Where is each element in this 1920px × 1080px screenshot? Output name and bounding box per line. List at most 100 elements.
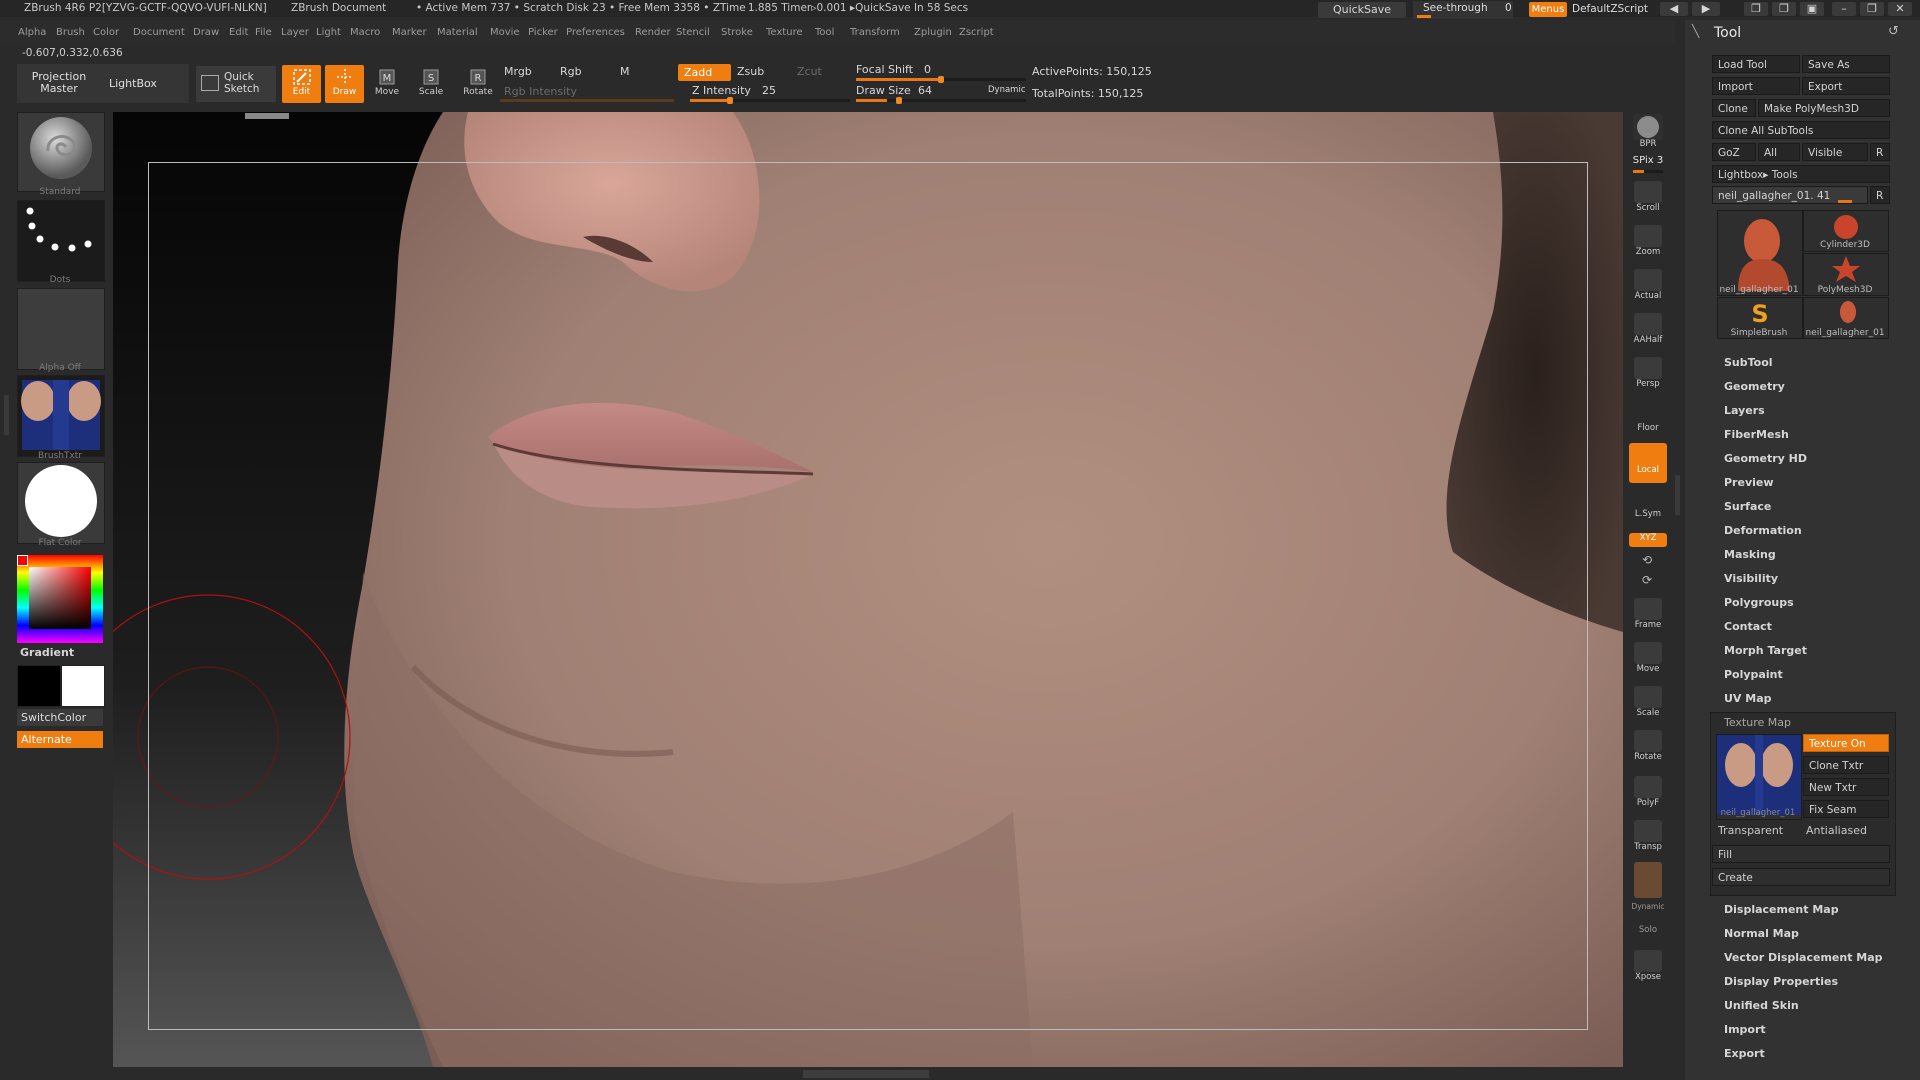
default-zscript-button[interactable]: DefaultZScript — [1572, 3, 1648, 15]
saturation-square[interactable] — [29, 567, 91, 629]
scale-view-button[interactable]: Scale — [1629, 686, 1667, 726]
menu-stencil[interactable]: Stencil — [676, 27, 710, 38]
section-deformation[interactable]: Deformation — [1724, 524, 1802, 537]
alternate-button[interactable]: Alternate — [17, 731, 103, 748]
menu-light[interactable]: Light — [316, 27, 341, 38]
menu-transform[interactable]: Transform — [850, 27, 900, 38]
zsub-button[interactable]: Zsub — [737, 65, 764, 78]
secondary-color-swatch[interactable] — [61, 665, 105, 707]
goz-button[interactable]: GoZ — [1712, 143, 1756, 161]
save-as-button[interactable]: Save As — [1802, 55, 1890, 73]
solo-button[interactable]: Dynamic Solo — [1629, 902, 1667, 942]
alpha-selector[interactable] — [17, 288, 105, 370]
section-uv-map[interactable]: UV Map — [1724, 692, 1772, 705]
texture-on-button[interactable]: Texture On — [1803, 734, 1889, 752]
reset-icon[interactable]: ↺ — [1888, 24, 1899, 39]
move-view-button[interactable]: Move — [1629, 642, 1667, 682]
canvas-top-handle[interactable] — [245, 113, 289, 119]
close-icon[interactable]: ✕ — [1888, 2, 1912, 16]
local-button[interactable]: Local — [1629, 443, 1667, 483]
aahalf-button[interactable]: AAHalf — [1629, 313, 1667, 353]
goz-r-button[interactable]: R — [1870, 143, 1890, 161]
fill-button[interactable]: Fill — [1712, 845, 1890, 863]
m-button[interactable]: M — [620, 65, 630, 78]
load-tool-button[interactable]: Load Tool — [1712, 55, 1800, 73]
menu-zscript[interactable]: Zscript — [959, 27, 994, 38]
brush-selector[interactable] — [17, 112, 105, 192]
clone-txtr-button[interactable]: Clone Txtr — [1803, 756, 1889, 774]
clone-button[interactable]: Clone — [1712, 99, 1756, 117]
layout-icon[interactable]: ❐ — [1744, 2, 1768, 16]
edit-mode-button[interactable]: Edit — [282, 65, 321, 103]
lsym-button[interactable]: L.Sym — [1629, 495, 1667, 525]
frame-button[interactable]: Frame — [1629, 598, 1667, 638]
new-txtr-button[interactable]: New Txtr — [1803, 778, 1889, 796]
xpose-button[interactable]: Xpose — [1629, 950, 1667, 990]
polyf-button[interactable]: PolyF — [1629, 776, 1667, 816]
menu-render[interactable]: Render — [635, 27, 671, 38]
zadd-button[interactable]: Zadd — [678, 64, 731, 81]
move-mode-button[interactable]: M Move — [368, 65, 406, 103]
xyz-button[interactable]: XYZ — [1629, 533, 1667, 547]
rgb-button[interactable]: Rgb — [560, 65, 582, 78]
menu-stroke[interactable]: Stroke — [721, 27, 753, 38]
zcut-button[interactable]: Zcut — [797, 65, 822, 78]
quick-sketch-button[interactable]: Quick Sketch — [196, 66, 276, 102]
clone-all-subtools-button[interactable]: Clone All SubTools — [1712, 121, 1890, 139]
section-export[interactable]: Export — [1724, 1047, 1765, 1060]
rotate-y-icon[interactable]: ⟲ — [1642, 553, 1652, 567]
section-masking[interactable]: Masking — [1724, 548, 1776, 561]
stroke-selector[interactable] — [17, 200, 105, 282]
ghost-button[interactable] — [1629, 862, 1667, 902]
z-intensity-track[interactable] — [690, 97, 850, 104]
antialiased-toggle[interactable]: Antialiased — [1806, 824, 1867, 837]
left-tray-handle[interactable] — [4, 395, 9, 435]
primary-color-swatch[interactable] — [17, 665, 61, 707]
fix-seam-button[interactable]: Fix Seam — [1803, 800, 1889, 818]
scroll-left-icon[interactable]: ◀ — [1660, 2, 1688, 16]
menus-button[interactable]: Menus — [1529, 2, 1567, 17]
menu-document[interactable]: Document — [133, 27, 185, 38]
scroll-right-icon[interactable]: ▶ — [1692, 2, 1720, 16]
menu-texture[interactable]: Texture — [766, 27, 803, 38]
section-geometry-hd[interactable]: Geometry HD — [1724, 452, 1807, 465]
section-surface[interactable]: Surface — [1724, 500, 1771, 513]
switch-color-button[interactable]: SwitchColor — [17, 709, 103, 726]
layout-alt-icon[interactable]: ❐ — [1772, 2, 1796, 16]
material-selector[interactable] — [17, 462, 105, 544]
transparent-toggle[interactable]: Transparent — [1718, 824, 1783, 837]
texture-map-title[interactable]: Texture Map — [1724, 716, 1791, 729]
menu-movie[interactable]: Movie — [490, 27, 520, 38]
section-displacement-map[interactable]: Displacement Map — [1724, 903, 1839, 916]
bpr-button[interactable]: BPR — [1629, 112, 1667, 154]
rgb-intensity-slider[interactable]: Rgb Intensity — [504, 85, 577, 98]
menu-zplugin[interactable]: Zplugin — [914, 27, 952, 38]
gradient-label[interactable]: Gradient — [20, 646, 74, 659]
menu-material[interactable]: Material — [437, 27, 478, 38]
menu-layer[interactable]: Layer — [281, 27, 309, 38]
menu-marker[interactable]: Marker — [392, 27, 427, 38]
goz-visible-button[interactable]: Visible — [1802, 143, 1868, 161]
menu-draw[interactable]: Draw — [193, 27, 219, 38]
minimize-icon[interactable]: – — [1832, 2, 1856, 16]
menu-alpha[interactable]: Alpha — [18, 27, 46, 38]
spix-slider[interactable]: SPix 3 — [1629, 155, 1667, 175]
menu-edit[interactable]: Edit — [229, 27, 248, 38]
current-tool-r-button[interactable]: R — [1870, 186, 1890, 204]
pin-icon[interactable]: ╲ — [1692, 24, 1699, 38]
focal-shift-slider[interactable]: Focal Shift 0 — [856, 63, 1026, 77]
restore-icon[interactable]: ❐ — [1860, 2, 1884, 16]
menu-brush[interactable]: Brush — [56, 27, 85, 38]
menu-color[interactable]: Color — [93, 27, 119, 38]
menu-macro[interactable]: Macro — [350, 27, 380, 38]
section-morph-target[interactable]: Morph Target — [1724, 644, 1807, 657]
make-polymesh3d-button[interactable]: Make PolyMesh3D — [1758, 99, 1890, 117]
color-picker[interactable] — [17, 555, 103, 643]
menu-preferences[interactable]: Preferences — [566, 27, 625, 38]
rotate-z-icon[interactable]: ⟳ — [1642, 573, 1652, 587]
zoom-button[interactable]: Zoom — [1629, 225, 1667, 265]
lightbox-tools-button[interactable]: Lightbox▸ Tools — [1712, 165, 1890, 183]
section-visibility[interactable]: Visibility — [1724, 572, 1778, 585]
section-contact[interactable]: Contact — [1724, 620, 1772, 633]
section-subtool[interactable]: SubTool — [1724, 356, 1773, 369]
